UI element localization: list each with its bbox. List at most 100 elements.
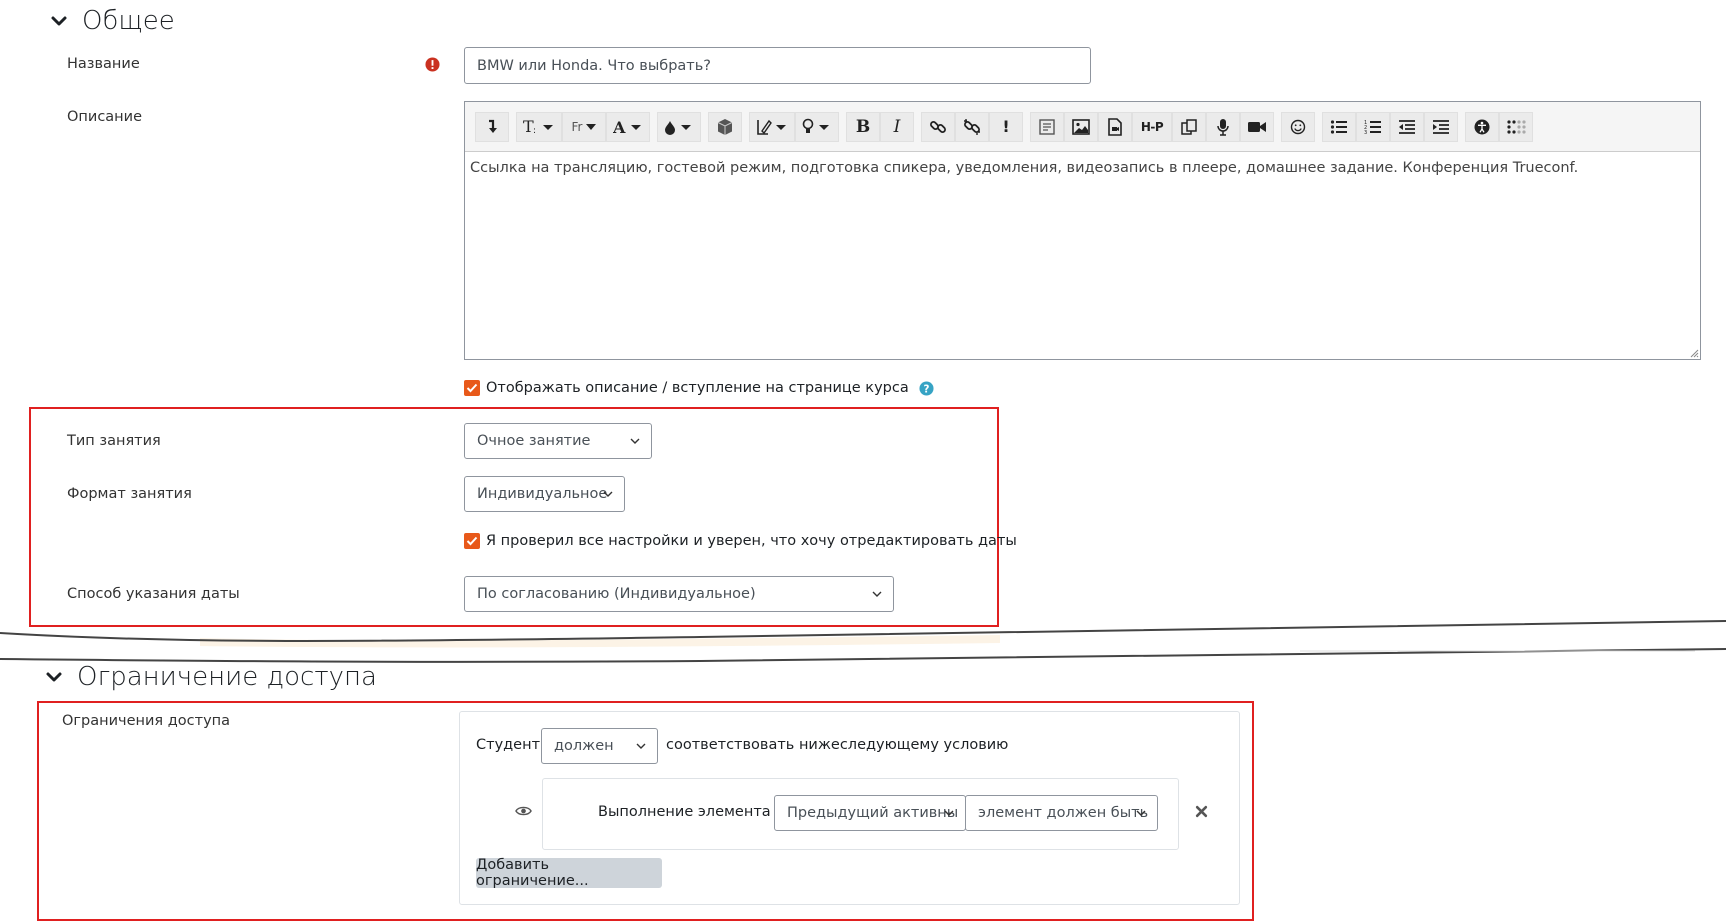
show-description-checkbox[interactable] [464, 380, 480, 396]
files-icon [1181, 118, 1197, 135]
microphone-icon [1217, 118, 1229, 136]
section-general-header[interactable]: Общее [48, 6, 175, 36]
confirm-dates-row: Я проверил все настройки и уверен, что х… [464, 533, 1017, 549]
chevron-down-icon [872, 591, 882, 597]
toolbar-template-button[interactable] [1030, 111, 1064, 142]
styles-icon [757, 119, 786, 135]
completion-state-select[interactable]: элемент должен быть [965, 795, 1158, 831]
toolbar-emoji-button[interactable] [1281, 111, 1315, 142]
image-icon [1072, 118, 1090, 135]
lightbulb-icon [802, 118, 829, 133]
toolbar-media-button[interactable] [1098, 111, 1132, 142]
description-label: Описание [67, 109, 142, 125]
toolbar-collapse-button[interactable] [475, 111, 509, 142]
unlink-icon [964, 118, 980, 135]
description-editor: T: Fr A B I ! H-P 1 2 3 Ссылка на трансл… [464, 101, 1701, 360]
font-color-icon: A [613, 119, 641, 135]
text-size-icon: T: [523, 119, 553, 135]
h5p-icon: H-P [1140, 119, 1164, 134]
numbered-list-icon: 123 [1364, 120, 1381, 135]
chevron-down-icon [1136, 810, 1146, 816]
must-select[interactable]: должен [541, 728, 658, 764]
chevron-down-icon [46, 672, 62, 682]
chevron-down-icon [636, 743, 646, 749]
lesson-format-select[interactable]: Индивидуальное [464, 476, 625, 512]
toolbar-ideas-button[interactable] [795, 111, 839, 142]
toolbar-indent-button[interactable] [1424, 111, 1458, 142]
date-method-value: По согласованию (Индивидуальное) [477, 586, 756, 602]
toolbar-warning-button[interactable]: ! [989, 111, 1023, 142]
show-description-label: Отображать описание / вступление на стра… [486, 380, 909, 396]
drop-icon [665, 120, 691, 135]
exclamation-icon: ! [1002, 117, 1010, 136]
template-icon [1039, 118, 1055, 135]
condition-text: соответствовать нижеследующему условию [666, 737, 1009, 753]
check-icon [466, 536, 478, 546]
toolbar-font-color-button[interactable]: A [606, 111, 650, 142]
outdent-icon [1399, 119, 1415, 134]
toolbar-font-button[interactable]: Fr [562, 111, 606, 142]
required-icon [425, 57, 440, 72]
add-restriction-label: Добавить ограничение... [476, 857, 589, 889]
add-restriction-button[interactable]: Добавить ограничение... [476, 857, 662, 889]
link-icon [930, 120, 946, 133]
check-icon [466, 383, 478, 393]
indent-icon [1433, 119, 1449, 134]
editor-toolbar: T: Fr A B I ! H-P 1 2 3 [465, 102, 1700, 152]
description-editor-content[interactable]: Ссылка на трансляцию, гостевой режим, по… [465, 152, 1700, 359]
chevron-down-icon [603, 491, 613, 497]
lesson-type-value: Очное занятие [477, 433, 591, 449]
confirm-dates-label: Я проверил все настройки и уверен, что х… [486, 533, 1017, 549]
access-restrictions-label: Ограничения доступа [62, 713, 231, 729]
name-label: Название [67, 56, 140, 72]
toolbar-screenreader-button[interactable] [1499, 111, 1533, 142]
must-value: должен [554, 738, 614, 754]
toolbar-outdent-button[interactable] [1390, 111, 1424, 142]
name-input-value: BMW или Honda. Что выбрать? [477, 57, 711, 74]
svg-text:3: 3 [1364, 130, 1367, 135]
toolbar-manage-files-button[interactable] [1172, 111, 1206, 142]
toolbar-accessibility-button[interactable] [1465, 111, 1499, 142]
section-access-header[interactable]: Ограничение доступа [43, 662, 377, 692]
toolbar-ordered-list-button[interactable]: 123 [1356, 111, 1390, 142]
svg-text::: : [533, 126, 536, 135]
toolbar-image-button[interactable] [1064, 111, 1098, 142]
activity-select[interactable]: Предыдущий активны [774, 795, 966, 831]
file-media-icon [1108, 117, 1122, 136]
toolbar-link-button[interactable] [921, 111, 955, 142]
date-method-select[interactable]: По согласованию (Индивидуальное) [464, 576, 894, 612]
toolbar-record-audio-button[interactable] [1206, 111, 1240, 142]
toolbar-heading-button[interactable]: T: [516, 111, 562, 142]
toolbar-styles-button[interactable] [749, 111, 795, 142]
toolbar-unordered-list-button[interactable] [1322, 111, 1356, 142]
caret-down-icon [586, 123, 597, 130]
bold-icon: B [855, 116, 871, 137]
italic-icon: I [893, 116, 901, 137]
lesson-type-select[interactable]: Очное занятие [464, 423, 652, 459]
name-input[interactable]: BMW или Honda. Что выбрать? [464, 47, 1091, 84]
toolbar-h5p-button[interactable]: H-P [1132, 111, 1172, 142]
toolbar-unlink-button[interactable] [955, 111, 989, 142]
toolbar-bold-button[interactable]: B [846, 111, 880, 142]
confirm-dates-checkbox[interactable] [464, 533, 480, 549]
toolbar-block-button[interactable] [708, 111, 742, 142]
student-label: Студент [476, 737, 541, 753]
toolbar-italic-button[interactable]: I [880, 111, 914, 142]
lesson-format-label: Формат занятия [67, 486, 192, 502]
toolbar-record-video-button[interactable] [1240, 111, 1274, 142]
section-access-title: Ограничение доступа [77, 662, 377, 692]
activity-value: Предыдущий активны [787, 805, 959, 821]
section-general-title: Общее [82, 6, 175, 36]
close-icon[interactable] [1195, 805, 1208, 818]
chevron-down-icon [51, 16, 67, 26]
svg-text:A: A [613, 119, 626, 135]
toolbar-background-color-button[interactable] [657, 111, 701, 142]
help-icon[interactable]: ? [919, 380, 934, 396]
smiley-icon [1290, 119, 1306, 134]
svg-text:?: ? [923, 383, 929, 395]
lesson-format-value: Индивидуальное [477, 486, 608, 502]
resize-handle-icon[interactable] [1689, 348, 1699, 358]
video-camera-icon [1248, 121, 1266, 132]
accessibility-icon [1474, 119, 1490, 134]
eye-icon[interactable] [515, 805, 532, 817]
